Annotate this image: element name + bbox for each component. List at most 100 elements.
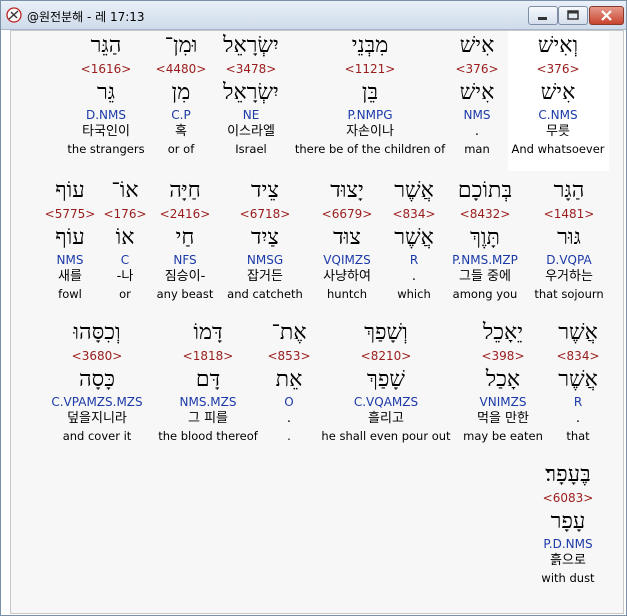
strong-number: <176> <box>103 207 147 221</box>
word-block[interactable]: חַיָּה <2416> חַי NFS 짐승이- any beast <box>157 176 214 302</box>
korean-gloss: 잡거든 <box>247 269 283 284</box>
hebrew-root: חַי <box>175 225 195 250</box>
strong-number: <834> <box>392 207 436 221</box>
word-block[interactable]: יִשְׂרָאֵל <3478> יִשְׂרָאֵל NE 이스라엘 Isr… <box>223 31 279 157</box>
korean-gloss: . <box>286 411 292 426</box>
app-icon <box>6 7 22 23</box>
hebrew-root: יִשְׂרָאֵל <box>223 80 279 105</box>
korean-gloss: 그 피를 <box>187 411 228 426</box>
hebrew-root: עוֹף <box>55 225 85 250</box>
english-gloss: there be of the children of <box>294 142 446 156</box>
english-gloss: fowl <box>58 287 82 301</box>
verse-analysis-panel: וְאִישׁ <376> אִישׁ C.NMS 무릇 And whatsoe… <box>10 30 624 614</box>
close-button[interactable] <box>589 6 624 25</box>
english-gloss: with dust <box>541 571 595 585</box>
english-gloss: any beast <box>156 287 214 301</box>
word-block[interactable]: דָּמוֹ <1818> דָּם NMS.MZS 그 피를 the bloo… <box>158 318 258 444</box>
morphology-code: R <box>573 395 583 409</box>
english-gloss: And whatsoever <box>511 142 605 156</box>
hebrew-root: גֵּר <box>96 80 116 105</box>
strong-number: <1616> <box>80 62 132 76</box>
word-block[interactable]: אֲשֶׁר <834> אֲשֶׁר R . that <box>556 318 599 444</box>
morphology-code: VQIMZS <box>323 253 371 267</box>
maximize-button[interactable] <box>558 6 588 25</box>
hebrew-root: אֲשֶׁר <box>558 367 598 392</box>
hebrew-root: אוֹ <box>115 225 135 250</box>
word-block[interactable]: וְשָׁפַךְ <8210> שָׁפַךְ C.VQAMZS 흘리고 he… <box>321 318 450 444</box>
hebrew-word: וּמִן־ <box>164 33 198 58</box>
hebrew-word: הַגָּר <box>553 178 585 203</box>
hebrew-word: יֵאָכֵל <box>482 320 523 345</box>
app-window: @원전분해 - 레 17:13 וְאִישׁ <376> אִישׁ C.NM… <box>0 0 627 616</box>
minimize-button[interactable] <box>528 6 558 25</box>
english-gloss: man <box>464 142 490 156</box>
hebrew-word: יִשְׂרָאֵל <box>223 33 279 58</box>
hebrew-root: אֲשֶׁר <box>394 225 434 250</box>
word-block[interactable]: יָצוּד <6679> צוּד VQIMZS 사냥하여 huntch <box>322 176 373 302</box>
strong-number: <8432> <box>459 207 511 221</box>
word-block[interactable]: אִישׁ <376> אִישׁ NMS . man <box>455 31 498 157</box>
hebrew-root: שָׁפַךְ <box>367 367 405 392</box>
english-gloss: and catcheth <box>227 287 303 301</box>
word-block[interactable]: מִבְּנֵי <1121> בֵּן P.NMPG 자손이나 there b… <box>295 31 445 157</box>
hebrew-word: אֲשֶׁר <box>394 178 434 203</box>
korean-gloss: . <box>411 269 417 284</box>
hebrew-word: דָּמוֹ <box>193 320 223 345</box>
korean-gloss: . <box>474 124 480 139</box>
korean-gloss: 먹을 만한 <box>477 411 529 426</box>
morphology-code: C.VPAMZS.MZS <box>51 395 143 409</box>
hebrew-word: וְאִישׁ <box>537 33 579 58</box>
hebrew-word: חַיָּה <box>169 178 201 203</box>
korean-gloss: 새를 <box>58 269 82 284</box>
title-bar[interactable]: @원전분해 - 레 17:13 <box>1 1 626 30</box>
hebrew-word: וְשָׁפַךְ <box>364 320 408 345</box>
word-block[interactable]: וּמִן־ <4480> מִן C.P 혹 or of <box>156 31 207 157</box>
korean-gloss: 혹 <box>175 124 187 139</box>
hebrew-word: בְּתוֹכָם <box>457 178 513 203</box>
english-gloss: or of <box>167 142 195 156</box>
hebrew-word: אוֹ־ <box>111 178 139 203</box>
hebrew-word: וְכִסָּהוּ <box>73 320 121 345</box>
korean-gloss: 자손이나 <box>346 124 394 139</box>
morphology-code: P.NMPG <box>347 108 393 122</box>
hebrew-root: דָּם <box>195 367 221 392</box>
strong-number: <1481> <box>543 207 595 221</box>
strong-number: <1818> <box>182 349 234 363</box>
word-block[interactable]: צֵיד <6718> צַיִד NMSG 잡거든 and catcheth <box>227 176 303 302</box>
english-gloss: that <box>566 429 590 443</box>
word-block[interactable]: הַגָּר <1481> גּוּר D.VQPA 우거하는 that soj… <box>534 176 603 302</box>
word-block[interactable]: אוֹ־ <176> אוֹ C -나 or <box>103 176 146 302</box>
word-block[interactable]: וְכִסָּהוּ <3680> כָּסָה C.VPAMZS.MZS 덮을… <box>51 318 142 444</box>
hebrew-root: אִישׁ <box>459 80 495 105</box>
hebrew-word: אִישׁ <box>459 33 495 58</box>
strong-number: <5775> <box>44 207 96 221</box>
word-block[interactable]: יֵאָכֵל <398> אָכַל VNIMZS 먹을 만한 may be … <box>463 318 543 444</box>
word-block[interactable]: אֲשֶׁר <834> אֲשֶׁר R . which <box>392 176 435 302</box>
hebrew-word: אֶת־ <box>271 320 307 345</box>
strong-number: <376> <box>536 62 580 76</box>
morphology-code: C.P <box>171 108 191 122</box>
word-block[interactable]: בְּתוֹכָם <8432> תָּוֶךְ P.NMS.MZP 그들 중에… <box>452 176 518 302</box>
hebrew-word: מִבְּנֵי <box>351 33 389 58</box>
korean-gloss: 무릇 <box>546 124 570 139</box>
word-block[interactable]: בֶּעָפָר׃ <6083> עָפָר P.D.NMS 흙으로 with … <box>541 460 594 586</box>
strong-number: <853> <box>267 349 311 363</box>
korean-gloss: 덮을지니라 <box>67 411 127 426</box>
morphology-code: NE <box>242 108 260 122</box>
word-block[interactable]: עוֹף <5775> עוֹף NMS 새를 fowl <box>45 176 96 302</box>
word-block[interactable]: אֶת־ <853> אֵת O . . <box>267 318 310 444</box>
english-gloss: or <box>119 287 131 301</box>
strong-number: <4480> <box>155 62 207 76</box>
word-block[interactable]: וְאִישׁ <376> אִישׁ C.NMS 무릇 And whatsoe… <box>511 31 604 157</box>
morphology-code: P.D.NMS <box>543 537 593 551</box>
hebrew-root: צַיִד <box>251 225 279 250</box>
morphology-code: D.NMS <box>85 108 126 122</box>
morphology-code: R <box>409 253 419 267</box>
word-block[interactable]: הַגֵּר <1616> גֵּר D.NMS 타국인이 the strang… <box>67 31 144 157</box>
english-gloss: which <box>397 287 431 301</box>
morphology-code: NMS <box>56 253 84 267</box>
english-gloss: may be eaten <box>463 429 543 443</box>
english-gloss: the strangers <box>67 142 145 156</box>
strong-number: <3478> <box>225 62 277 76</box>
hebrew-word: בֶּעָפָר׃ <box>545 462 591 487</box>
